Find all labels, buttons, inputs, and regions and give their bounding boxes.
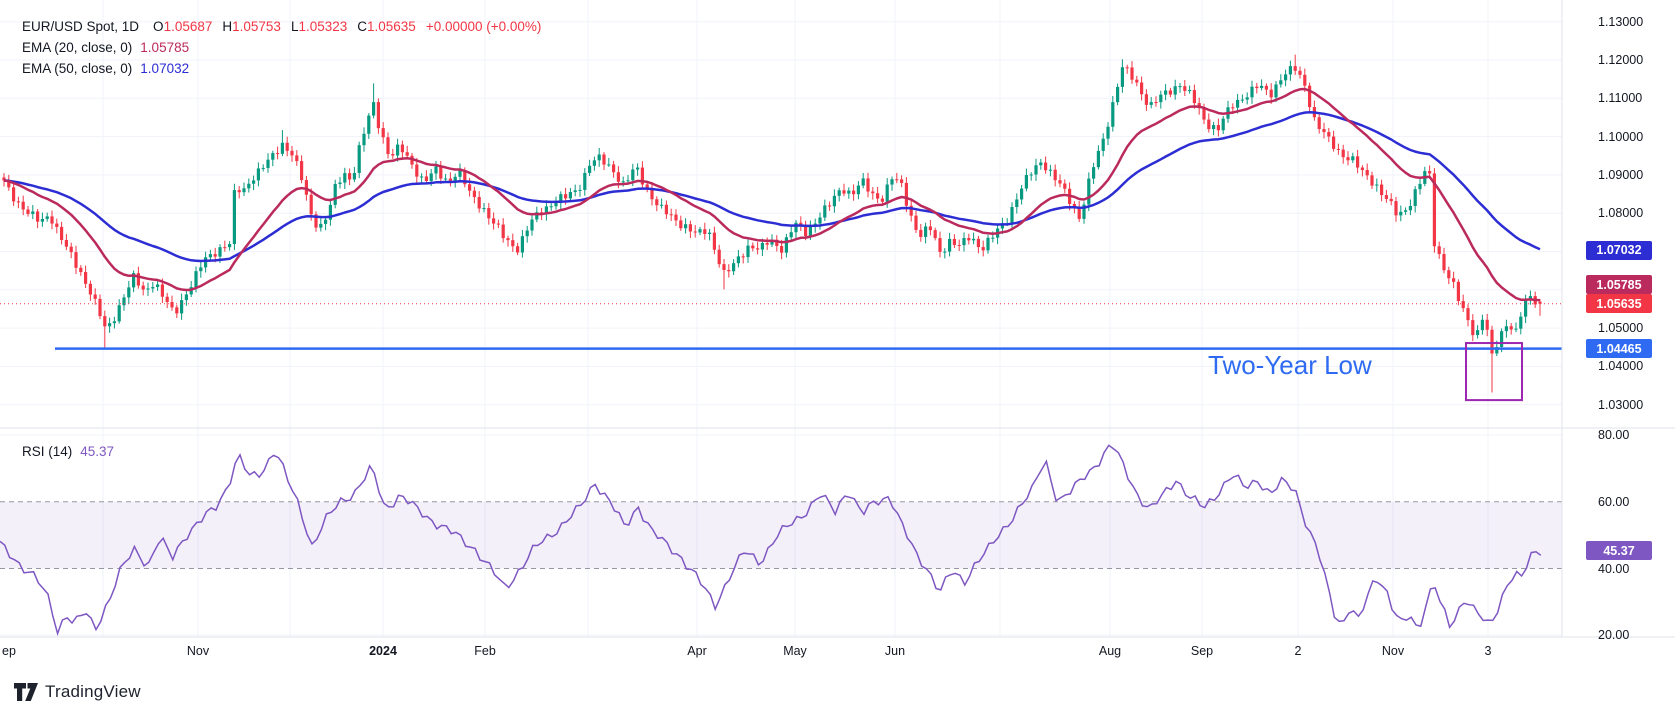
rsi-tick-label: 40.00 bbox=[1598, 562, 1668, 576]
price-tick-label: 1.03000 bbox=[1598, 398, 1668, 412]
tradingview-brand-text: TradingView bbox=[45, 682, 141, 702]
time-scale[interactable] bbox=[0, 637, 1675, 665]
support-level-badge: 1.04465 bbox=[1586, 339, 1652, 358]
time-axis-label: Sep bbox=[1191, 644, 1213, 658]
price-tick-label: 1.11000 bbox=[1598, 91, 1668, 105]
ohlc-close: C1.05635 bbox=[357, 19, 416, 34]
price-tick-label: 1.13000 bbox=[1598, 15, 1668, 29]
price-tick-label: 1.10000 bbox=[1598, 130, 1668, 144]
chart-canvas[interactable] bbox=[0, 0, 1675, 718]
chart-legend: EUR/USD Spot, 1D O1.05687 H1.05753 L1.05… bbox=[22, 16, 541, 79]
time-axis-label: Nov bbox=[187, 644, 209, 658]
price-tick-label: 1.05000 bbox=[1598, 321, 1668, 335]
time-axis-label: Apr bbox=[687, 644, 706, 658]
time-axis-label: 2024 bbox=[369, 644, 397, 658]
time-axis-label: Feb bbox=[474, 644, 496, 658]
ema20-legend-row[interactable]: EMA (20, close, 0) 1.05785 bbox=[22, 37, 541, 58]
time-axis-label: ep bbox=[2, 644, 16, 658]
rsi-value: 45.37 bbox=[80, 444, 114, 459]
ohlc-high: H1.05753 bbox=[222, 19, 281, 34]
tradingview-logo-icon bbox=[13, 682, 39, 702]
rsi-label: RSI (14) bbox=[22, 444, 72, 459]
price-tick-label: 1.09000 bbox=[1598, 168, 1668, 182]
tradingview-chart-window: EUR/USD Spot, 1D O1.05687 H1.05753 L1.05… bbox=[0, 0, 1675, 718]
change-value: +0.00000 (+0.00%) bbox=[426, 19, 542, 34]
ema20-value: 1.05785 bbox=[140, 40, 189, 55]
rsi-tick-label: 20.00 bbox=[1598, 628, 1668, 642]
ema50-value: 1.07032 bbox=[140, 61, 189, 76]
rsi-tick-label: 60.00 bbox=[1598, 495, 1668, 509]
last-price-badge: 1.05635 bbox=[1586, 294, 1652, 313]
ema50-legend-row[interactable]: EMA (50, close, 0) 1.07032 bbox=[22, 58, 541, 79]
time-axis-label: May bbox=[783, 644, 807, 658]
symbol-title: EUR/USD Spot, 1D bbox=[22, 19, 139, 34]
ohlc-low: L1.05323 bbox=[291, 19, 347, 34]
rsi-tick-label: 80.00 bbox=[1598, 428, 1668, 442]
time-axis-label: 3 bbox=[1485, 644, 1492, 658]
ema50-label: EMA (50, close, 0) bbox=[22, 61, 132, 76]
price-tick-label: 1.04000 bbox=[1598, 359, 1668, 373]
two-year-low-box-drawing[interactable] bbox=[1466, 343, 1522, 400]
time-axis-label: Aug bbox=[1099, 644, 1121, 658]
tradingview-watermark[interactable]: TradingView bbox=[13, 682, 141, 702]
ema50-price-badge: 1.07032 bbox=[1586, 241, 1652, 260]
rsi-band bbox=[0, 502, 1562, 569]
price-tick-label: 1.08000 bbox=[1598, 206, 1668, 220]
rsi-value-badge: 45.37 bbox=[1586, 541, 1652, 560]
symbol-legend-row[interactable]: EUR/USD Spot, 1D O1.05687 H1.05753 L1.05… bbox=[22, 16, 541, 37]
time-axis-label: 2 bbox=[1295, 644, 1302, 658]
price-tick-label: 1.12000 bbox=[1598, 53, 1668, 67]
ema20-price-badge: 1.05785 bbox=[1586, 275, 1652, 294]
rsi-legend-row[interactable]: RSI (14) 45.37 bbox=[22, 444, 114, 459]
time-axis-label: Jun bbox=[885, 644, 905, 658]
two-year-low-annotation[interactable]: Two-Year Low bbox=[1208, 350, 1372, 381]
time-axis-label: Nov bbox=[1382, 644, 1404, 658]
ohlc-open: O1.05687 bbox=[153, 19, 212, 34]
ema20-label: EMA (20, close, 0) bbox=[22, 40, 132, 55]
